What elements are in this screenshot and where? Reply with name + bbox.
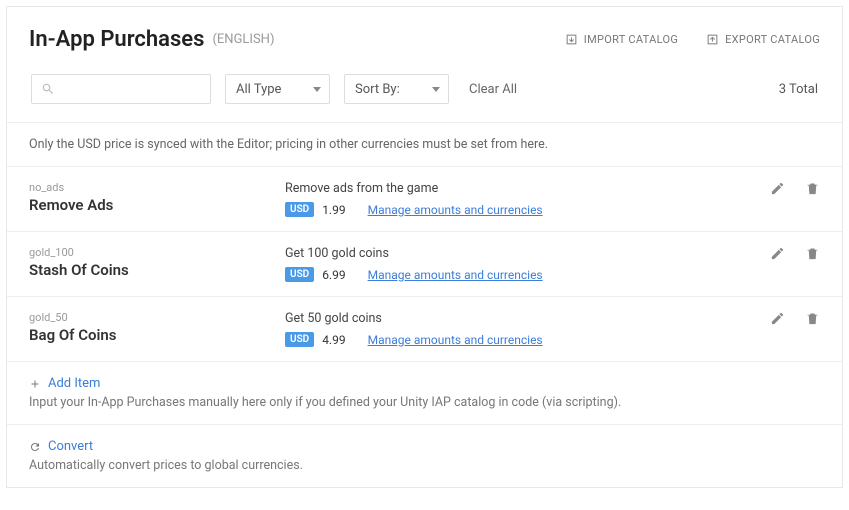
convert-description: Automatically convert prices to global c…	[29, 458, 820, 473]
export-catalog-button[interactable]: EXPORT CATALOG	[706, 33, 820, 46]
refresh-icon	[29, 441, 41, 453]
toolbar: All Type Sort By: Clear All 3 Total	[7, 64, 842, 122]
plus-icon	[29, 378, 41, 390]
item-sku: no_ads	[29, 181, 285, 194]
item-price: 1.99	[322, 203, 345, 217]
page-title: In-App Purchases	[29, 27, 204, 52]
chevron-down-icon	[313, 87, 321, 92]
search-box	[31, 74, 211, 104]
edit-button[interactable]	[770, 181, 785, 200]
convert-section: Convert Automatically convert prices to …	[7, 425, 842, 487]
delete-button[interactable]	[805, 246, 820, 265]
item-price: 4.99	[322, 333, 345, 347]
type-filter-select[interactable]: All Type	[225, 74, 330, 104]
item-name: Remove Ads	[29, 196, 285, 214]
chevron-down-icon	[432, 87, 440, 92]
edit-icon	[770, 311, 785, 326]
item-sku: gold_100	[29, 246, 285, 259]
search-input[interactable]	[31, 74, 211, 104]
iap-item-row: gold_50 Bag Of CoinsGet 50 gold coins USD 4…	[7, 297, 842, 362]
item-description: Get 100 gold coins	[285, 246, 770, 261]
import-catalog-button[interactable]: IMPORT CATALOG	[565, 33, 678, 46]
item-sku: gold_50	[29, 311, 285, 324]
panel-header: In-App Purchases (ENGLISH) IMPORT CATALO…	[7, 7, 842, 64]
title-language: (ENGLISH)	[212, 32, 274, 47]
iap-panel: In-App Purchases (ENGLISH) IMPORT CATALO…	[6, 6, 843, 488]
add-item-button[interactable]: Add Item	[29, 376, 820, 391]
delete-icon	[805, 246, 820, 261]
item-price: 6.99	[322, 268, 345, 282]
convert-button[interactable]: Convert	[29, 439, 820, 454]
manage-currencies-link[interactable]: Manage amounts and currencies	[368, 268, 543, 282]
manage-currencies-link[interactable]: Manage amounts and currencies	[368, 333, 543, 347]
delete-button[interactable]	[805, 181, 820, 200]
manage-currencies-link[interactable]: Manage amounts and currencies	[368, 203, 543, 217]
currency-badge: USD	[285, 267, 314, 282]
edit-icon	[770, 181, 785, 196]
info-message: Only the USD price is synced with the Ed…	[7, 122, 842, 167]
add-item-description: Input your In-App Purchases manually her…	[29, 395, 820, 410]
total-count: 3 Total	[779, 82, 818, 97]
iap-item-row: gold_100 Stash Of CoinsGet 100 gold coins…	[7, 232, 842, 297]
add-item-section: Add Item Input your In-App Purchases man…	[7, 362, 842, 425]
item-name: Bag Of Coins	[29, 326, 285, 344]
sort-by-select[interactable]: Sort By:	[344, 74, 449, 104]
item-description: Get 50 gold coins	[285, 311, 770, 326]
edit-icon	[770, 246, 785, 261]
clear-all-button[interactable]: Clear All	[469, 82, 517, 97]
item-description: Remove ads from the game	[285, 181, 770, 196]
iap-item-row: no_ads Remove AdsRemove ads from the game…	[7, 167, 842, 232]
edit-button[interactable]	[770, 311, 785, 330]
delete-button[interactable]	[805, 311, 820, 330]
edit-button[interactable]	[770, 246, 785, 265]
delete-icon	[805, 311, 820, 326]
currency-badge: USD	[285, 202, 314, 217]
item-name: Stash Of Coins	[29, 261, 285, 279]
currency-badge: USD	[285, 332, 314, 347]
export-icon	[706, 33, 719, 46]
import-icon	[565, 33, 578, 46]
delete-icon	[805, 181, 820, 196]
search-icon	[41, 82, 55, 96]
